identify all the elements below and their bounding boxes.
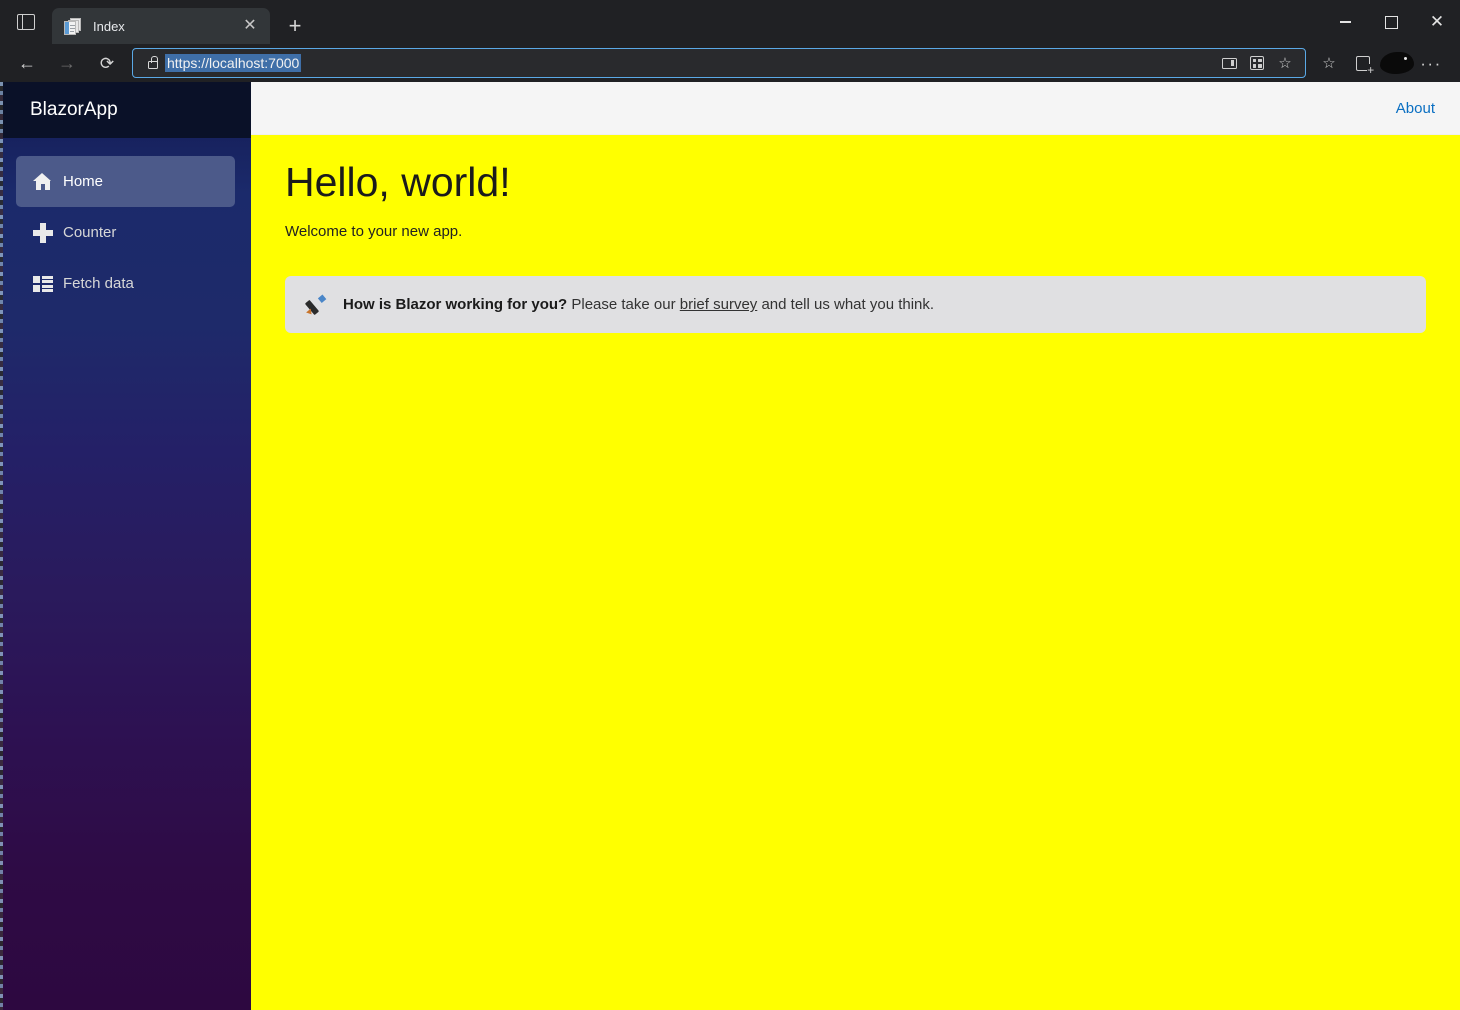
app-topbar: About	[251, 82, 1460, 135]
sidebar-nav: Home Counter Fetch data	[0, 138, 251, 309]
minimize-button[interactable]	[1322, 0, 1368, 44]
survey-alert-suffix: and tell us what you think.	[757, 296, 935, 314]
brand-header[interactable]: BlazorApp	[0, 82, 251, 138]
page-title: Hello, world!	[285, 159, 511, 205]
page-viewport: BlazorApp Home Counter Fetch data About …	[0, 82, 1460, 1010]
tab-search-icon	[17, 14, 35, 30]
pencil-icon	[304, 295, 343, 316]
new-tab-button[interactable]: +	[278, 9, 312, 43]
list-icon	[33, 275, 63, 292]
app-sidebar: BlazorApp Home Counter Fetch data	[0, 82, 251, 1010]
browser-tab[interactable]: Index ✕	[52, 8, 270, 44]
sidebar-item-counter[interactable]: Counter	[16, 207, 235, 258]
sidebar-item-label: Home	[63, 173, 104, 190]
home-icon	[33, 173, 63, 190]
sidebar-item-home[interactable]: Home	[16, 156, 235, 207]
url-text[interactable]: https://localhost:7000	[165, 54, 302, 72]
brief-survey-link[interactable]: brief survey	[680, 296, 758, 313]
tab-search-button[interactable]	[0, 0, 52, 44]
reload-button[interactable]: ⟳	[90, 46, 124, 80]
page-content: Hello, world! Welcome to your new app. H…	[251, 135, 1460, 334]
window-edge-sliver	[0, 82, 3, 1010]
collections-icon[interactable]	[1346, 47, 1380, 79]
brand-title: BlazorApp	[30, 99, 118, 120]
maximize-button[interactable]	[1368, 0, 1414, 44]
omnibox-actions: ☆	[1215, 50, 1299, 76]
settings-and-more-button[interactable]: ···	[1414, 47, 1448, 79]
browser-titlebar: Index ✕ + ✕	[0, 0, 1460, 44]
about-link[interactable]: About	[1396, 100, 1435, 117]
browser-window: Index ✕ + ✕ ← → ⟳ https://localhost:7000…	[0, 0, 1460, 1010]
cast-icon[interactable]	[1215, 50, 1243, 76]
main-column: About Hello, world! Welcome to your new …	[251, 82, 1460, 1010]
add-favorite-star-icon[interactable]: ☆	[1271, 50, 1299, 76]
plus-icon	[33, 222, 63, 243]
tab-close-icon[interactable]: ✕	[238, 14, 262, 38]
profile-avatar[interactable]	[1380, 47, 1414, 79]
sidebar-item-fetch-data[interactable]: Fetch data	[16, 258, 235, 309]
survey-alert-text: How is Blazor working for you? Please ta…	[343, 296, 934, 313]
lock-icon[interactable]	[141, 56, 165, 69]
back-button[interactable]: ←	[10, 46, 44, 80]
toolbar-right-actions: ☆ ···	[1312, 47, 1448, 79]
survey-alert-headline: How is Blazor working for you?	[343, 296, 568, 314]
tab-title: Index	[93, 18, 125, 34]
survey-alert-prefix: Please take our	[567, 296, 680, 314]
split-screen-icon[interactable]	[1243, 50, 1271, 76]
document-stack-icon	[64, 17, 81, 35]
forward-button[interactable]: →	[50, 46, 84, 80]
window-controls: ✕	[1322, 0, 1460, 44]
browser-toolbar: ← → ⟳ https://localhost:7000 ☆ ☆ ···	[0, 44, 1460, 82]
sidebar-item-label: Counter	[63, 224, 117, 241]
page-subtitle: Welcome to your new app.	[285, 223, 463, 241]
address-bar[interactable]: https://localhost:7000 ☆	[132, 48, 1306, 78]
favorites-star-icon[interactable]: ☆	[1312, 47, 1346, 79]
survey-alert: How is Blazor working for you? Please ta…	[285, 276, 1426, 334]
sidebar-item-label: Fetch data	[63, 275, 134, 292]
close-button[interactable]: ✕	[1414, 0, 1460, 44]
